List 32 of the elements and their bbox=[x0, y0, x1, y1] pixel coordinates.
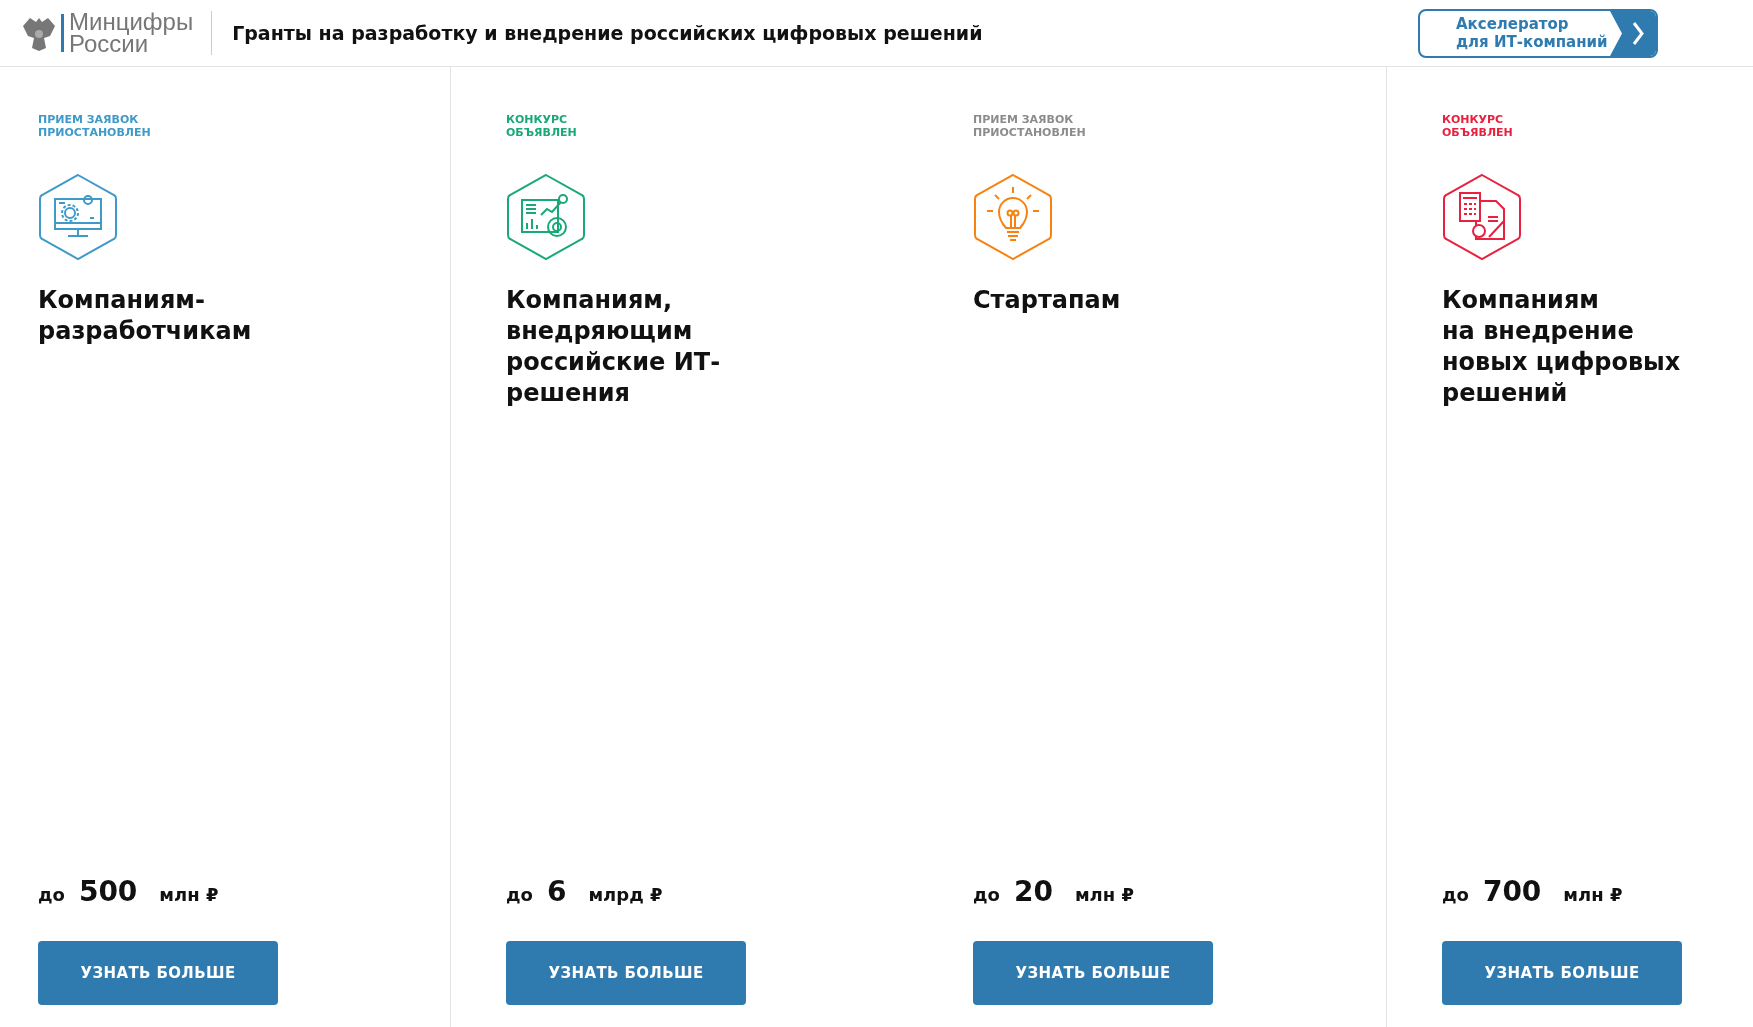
amount-unit: млн ₽ bbox=[159, 883, 219, 907]
learn-more-button[interactable]: УЗНАТЬ БОЛЬШЕ bbox=[973, 941, 1213, 1005]
learn-more-button[interactable]: УЗНАТЬ БОЛЬШЕ bbox=[38, 941, 278, 1005]
learn-more-button[interactable]: УЗНАТЬ БОЛЬШЕ bbox=[506, 941, 746, 1005]
learn-more-button[interactable]: УЗНАТЬ БОЛЬШЕ bbox=[1442, 941, 1682, 1005]
amount-value: 6 bbox=[546, 874, 567, 910]
status-label: ПРИЕМ ЗАЯВОК ПРИОСТАНОВЛЕН bbox=[973, 113, 1087, 139]
card-title: Компаниям- разработчикам bbox=[38, 285, 253, 347]
amount-value: 700 bbox=[1482, 874, 1542, 910]
status-label: ПРИЕМ ЗАЯВОК ПРИОСТАНОВЛЕН bbox=[38, 113, 152, 139]
amount-value: 20 bbox=[1013, 874, 1053, 910]
amount-prefix: до bbox=[506, 883, 533, 907]
page-title: Гранты на разработку и внедрение российских цифровых решений bbox=[232, 20, 983, 46]
amount-value: 500 bbox=[78, 874, 138, 910]
card-title: Компаниям на внедрение новых цифровых решений bbox=[1442, 285, 1682, 409]
amount-unit: млрд ₽ bbox=[588, 883, 663, 907]
status-label: КОНКУРС ОБЪЯВЛЕН bbox=[506, 113, 578, 139]
amount-unit: млн ₽ bbox=[1563, 883, 1623, 907]
chevron-right-icon bbox=[1610, 10, 1656, 56]
amount-prefix: до bbox=[973, 883, 1000, 907]
lightbulb-icon bbox=[973, 173, 1053, 261]
monitor-gear-icon bbox=[38, 173, 118, 261]
chart-icon bbox=[506, 173, 586, 261]
status-label: КОНКУРС ОБЪЯВЛЕН bbox=[1442, 113, 1514, 139]
ministry-logo-text: Минцифры России bbox=[69, 11, 194, 55]
card-title: Стартапам bbox=[973, 285, 1122, 316]
amount-prefix: до bbox=[38, 883, 65, 907]
calculator-document-icon bbox=[1442, 173, 1522, 261]
amount-prefix: до bbox=[1442, 883, 1469, 907]
accelerator-button[interactable]: Акселератор для ИТ-компаний bbox=[1418, 8, 1658, 58]
amount-unit: млн ₽ bbox=[1074, 883, 1134, 907]
card-title: Компаниям, внедряющим российские ИТ- решения bbox=[506, 285, 722, 409]
